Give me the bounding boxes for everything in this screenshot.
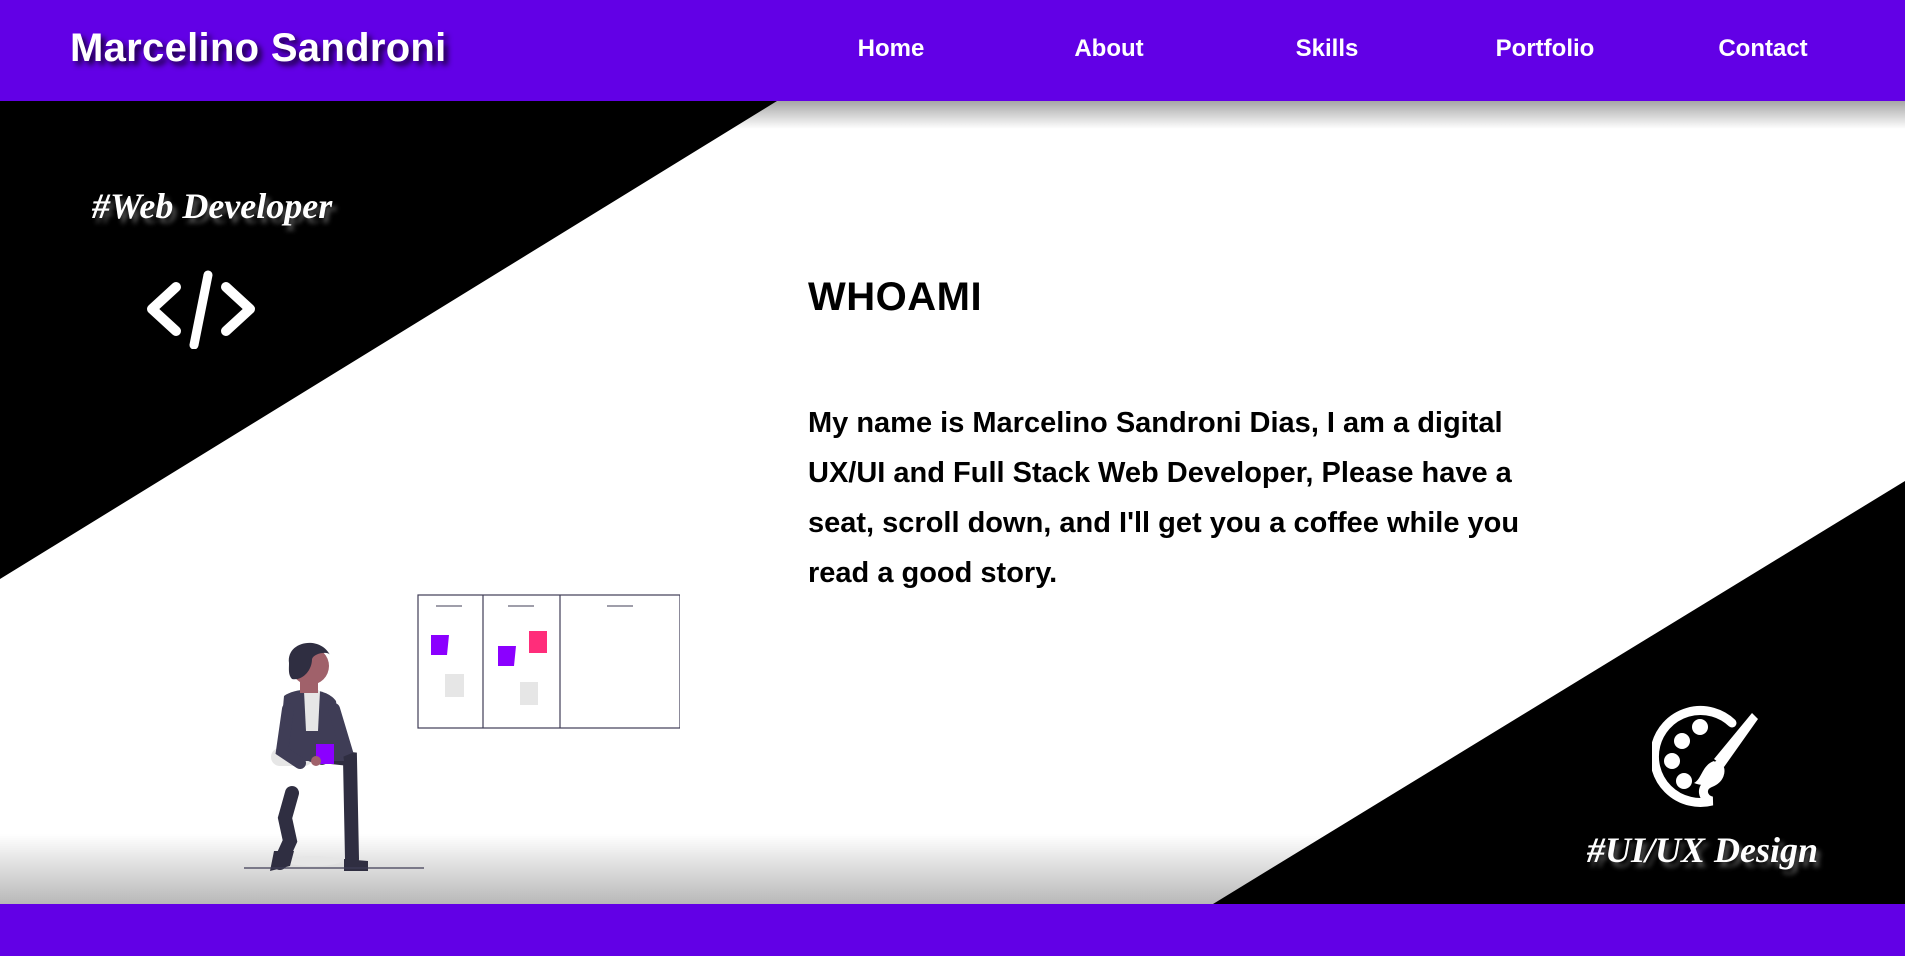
seated-person — [270, 642, 368, 871]
brand-logo[interactable]: Marcelino Sandroni — [70, 26, 447, 71]
nav-link-about[interactable]: About — [1039, 35, 1179, 63]
web-developer-tag: #Web Developer — [92, 186, 333, 226]
ui-ux-design-tag: #UI/UX Design — [1587, 830, 1819, 870]
nav-link-portfolio[interactable]: Portfolio — [1475, 35, 1615, 63]
whoami-title: WHOAMI — [808, 275, 983, 319]
code-icon — [147, 270, 255, 349]
navbar: Marcelino Sandroni Home About Skills Por… — [0, 0, 1905, 101]
hero-section: #Web Developer WHOAMI My name is Marceli… — [0, 101, 1905, 904]
kanban-board — [417, 594, 680, 729]
palette-icon — [1652, 705, 1758, 807]
top-left-dark-triangle — [0, 101, 777, 579]
footer-bar — [0, 904, 1905, 956]
nav-link-skills[interactable]: Skills — [1257, 35, 1397, 63]
nav-link-home[interactable]: Home — [821, 35, 961, 63]
nav-link-contact[interactable]: Contact — [1693, 35, 1833, 63]
person-waiting-kanban-illustration — [244, 594, 680, 871]
bio-paragraph: My name is Marcelino Sandroni Dias, I am… — [808, 407, 1520, 589]
